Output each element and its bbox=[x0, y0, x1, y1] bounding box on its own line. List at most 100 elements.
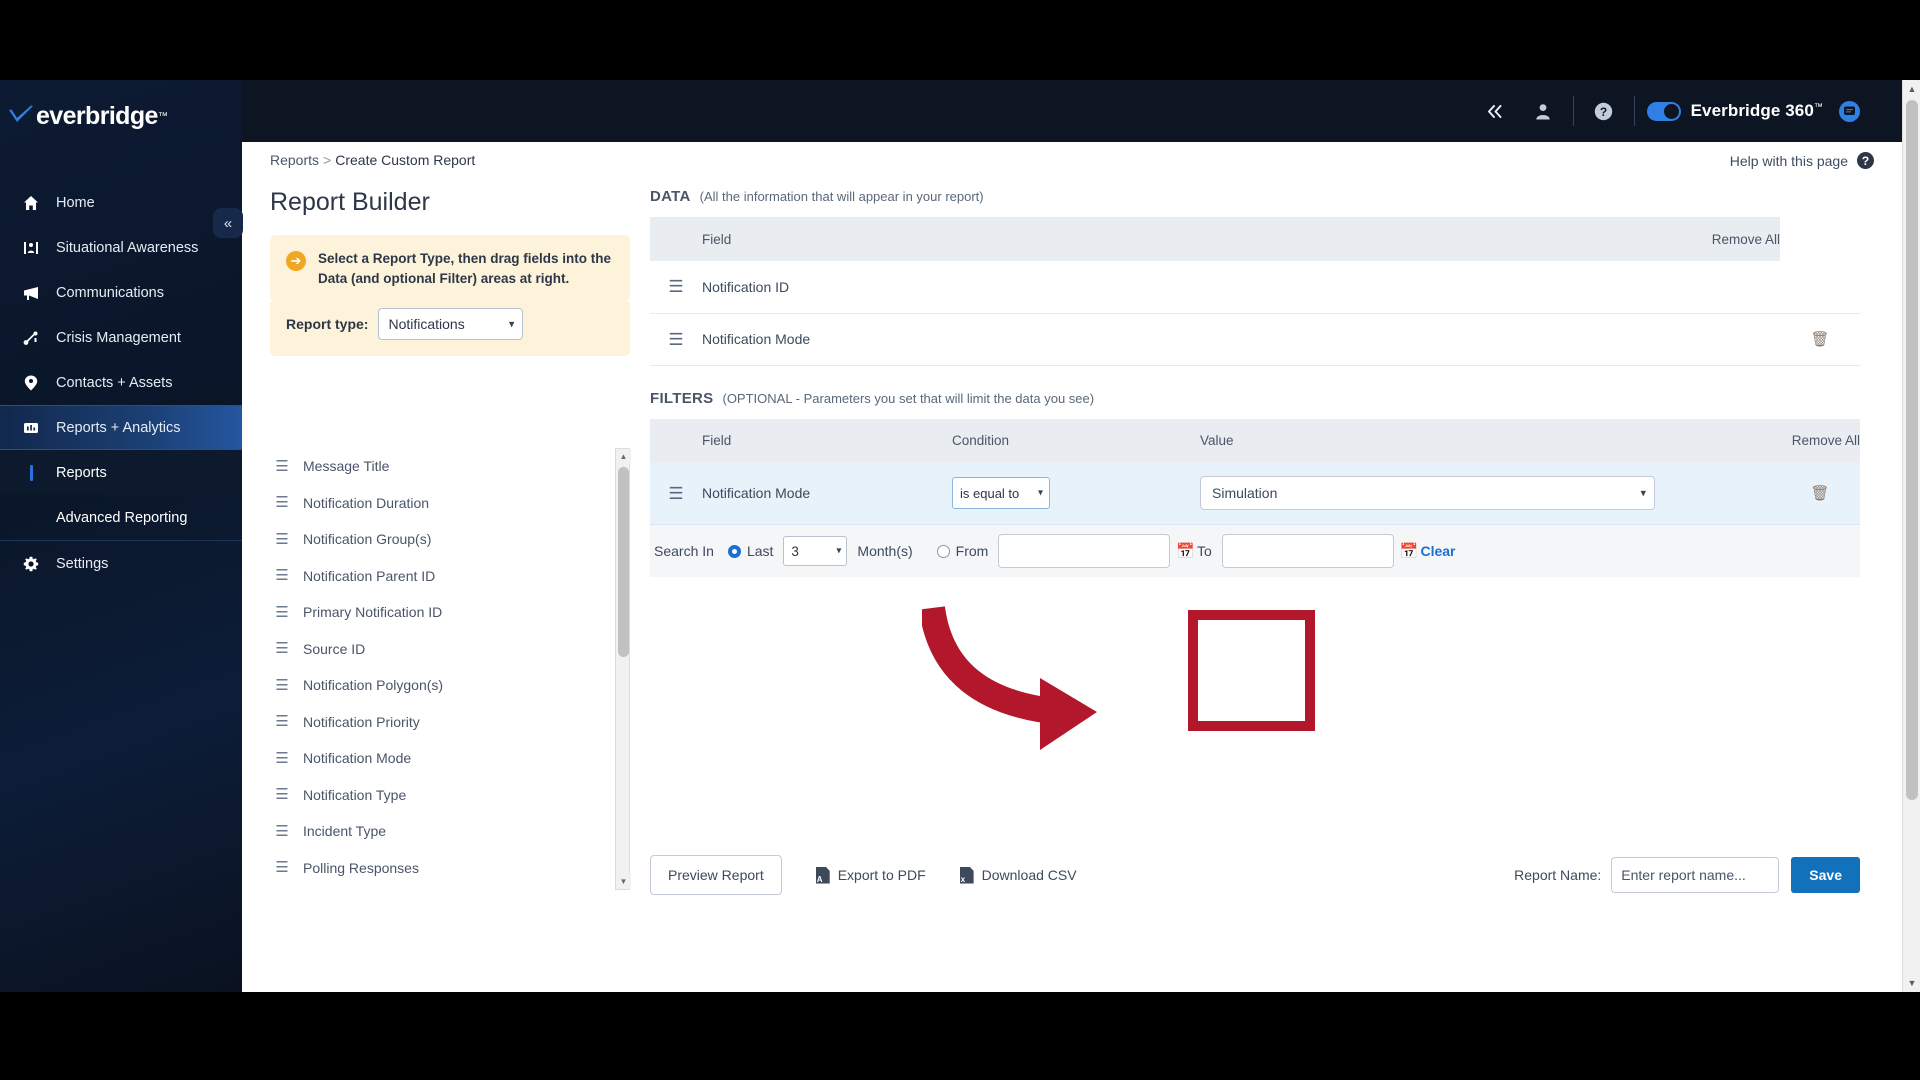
field-list-item-label: Notification Polygon(s) bbox=[303, 677, 444, 694]
data-table-row[interactable]: ☰ Notification ID bbox=[650, 261, 1860, 313]
page-scrollbar[interactable]: ▲ ▼ bbox=[1902, 80, 1920, 992]
page-scroll-down-arrow-icon[interactable]: ▼ bbox=[1903, 974, 1920, 992]
data-fields-table: Field Remove All ☰ Notification ID ☰ Notifi… bbox=[650, 217, 1860, 366]
main-sidebar: everbridge ™ « Home Situational Awarenes… bbox=[0, 80, 243, 992]
chat-bubble-icon bbox=[1844, 106, 1855, 115]
scroll-up-arrow-icon[interactable]: ▲ bbox=[616, 449, 631, 464]
field-list-item-label: Notification Group(s) bbox=[303, 531, 432, 548]
trash-icon[interactable]: 🗑 bbox=[1810, 485, 1829, 502]
field-list-scrollbar[interactable]: ▲ ▼ bbox=[615, 448, 631, 890]
field-list-item[interactable]: ☰ Notification Polygon(s) bbox=[270, 667, 614, 704]
report-type-select[interactable]: NotificationsContactsIncidentsAssets bbox=[378, 308, 524, 341]
sidebar-subitem-label: Advanced Reporting bbox=[56, 509, 188, 526]
drag-handle-icon: ☰ bbox=[275, 530, 289, 548]
sidebar-collapse-button[interactable]: « bbox=[213, 208, 243, 238]
filters-table-body: ☰ Notification Mode is equal tois not equa… bbox=[650, 462, 1860, 525]
field-list-item[interactable]: ☰ Notification Type bbox=[270, 777, 614, 814]
sidebar-item-situational-awareness[interactable]: Situational Awareness bbox=[0, 225, 242, 270]
product-name-label: Everbridge 360™ bbox=[1690, 101, 1823, 120]
search-in-from-label: From bbox=[955, 543, 989, 559]
drag-handle-icon[interactable]: ☰ bbox=[668, 330, 683, 349]
field-list-item[interactable]: ☰ Notification Mode bbox=[270, 740, 614, 777]
report-name-input[interactable] bbox=[1611, 857, 1780, 893]
double-chevron-left-icon: « bbox=[223, 214, 233, 232]
everbridge-360-toggle[interactable] bbox=[1646, 101, 1681, 121]
megaphone-icon bbox=[20, 283, 42, 303]
header-collapse-button[interactable] bbox=[1471, 104, 1519, 118]
field-list-item[interactable]: ☰ Source ID bbox=[270, 631, 614, 668]
field-list-item[interactable]: ☰Published bbox=[270, 886, 614, 890]
breadcrumb-root[interactable]: Reports bbox=[270, 152, 319, 168]
clear-dates-link[interactable]: Clear bbox=[1420, 543, 1455, 559]
data-remove-all-link[interactable]: Remove All bbox=[952, 217, 1780, 261]
gear-icon bbox=[20, 554, 42, 574]
page-scroll-up-arrow-icon[interactable]: ▲ bbox=[1903, 80, 1920, 98]
preview-report-button[interactable]: Preview Report bbox=[650, 855, 782, 895]
scrollbar-thumb[interactable] bbox=[618, 467, 629, 657]
data-table-row[interactable]: ☰ Notification Mode 🗑 bbox=[650, 313, 1860, 365]
scroll-down-arrow-icon[interactable]: ▼ bbox=[616, 874, 631, 889]
data-header-grip-cell bbox=[650, 217, 702, 261]
user-account-button[interactable] bbox=[1519, 103, 1567, 120]
header-divider-2 bbox=[1633, 96, 1635, 126]
sidebar-item-label: Reports + Analytics bbox=[56, 419, 181, 436]
sidebar-item-label: Crisis Management bbox=[56, 329, 181, 346]
sidebar-item-crisis-management[interactable]: Crisis Management bbox=[0, 315, 242, 360]
arrow-right-circle-icon: ➔ bbox=[286, 251, 306, 271]
map-person-icon bbox=[20, 238, 42, 258]
sidebar-item-settings[interactable]: Settings bbox=[0, 541, 242, 586]
field-list-item[interactable]: ☰ Message Title bbox=[270, 448, 614, 485]
field-list-item-label: Notification Parent ID bbox=[303, 567, 436, 584]
browser-viewport: everbridge ™ « Home Situational Awarenes… bbox=[0, 80, 1920, 992]
search-in-from-radio[interactable] bbox=[936, 544, 950, 558]
breadcrumb-separator: > bbox=[323, 152, 332, 168]
sidebar-item-communications[interactable]: Communications bbox=[0, 270, 242, 315]
report-builder-panel: Report Builder ➔ Select a Report Type, t… bbox=[270, 188, 630, 357]
drag-handle-icon[interactable]: ☰ bbox=[668, 277, 683, 296]
save-button[interactable]: Save bbox=[1791, 857, 1860, 893]
field-list-item-label: Notification Mode bbox=[303, 750, 412, 767]
question-mark-circle-icon: ? bbox=[1857, 152, 1874, 169]
search-in-last-radio[interactable] bbox=[727, 544, 741, 558]
sidebar-item-contacts-assets[interactable]: Contacts + Assets bbox=[0, 360, 242, 405]
field-list-item[interactable]: ☰ Notification Duration bbox=[270, 485, 614, 522]
calendar-icon-2[interactable]: 📅 bbox=[1400, 542, 1419, 560]
from-date-input[interactable] bbox=[998, 534, 1171, 568]
trash-icon[interactable]: 🗑 bbox=[1810, 331, 1829, 348]
report-type-row: Report type: NotificationsContactsIncide… bbox=[270, 302, 630, 357]
export-to-pdf-link[interactable]: A Export to PDF bbox=[815, 866, 926, 884]
help-button[interactable]: ? bbox=[1580, 102, 1628, 121]
sidebar-item-home[interactable]: Home bbox=[0, 180, 242, 225]
data-row-field: Notification Mode bbox=[702, 331, 811, 347]
drag-handle-icon: ☰ bbox=[275, 676, 289, 694]
page-scrollbar-thumb[interactable] bbox=[1906, 100, 1918, 800]
filters-table-header-row: Field Condition Value Remove All bbox=[650, 418, 1860, 463]
months-select[interactable]: 123612 bbox=[783, 536, 848, 566]
drag-handle-icon: ☰ bbox=[275, 713, 289, 731]
condition-select[interactable]: is equal tois not equal tocontains bbox=[952, 477, 1050, 510]
value-select[interactable]: SimulationLiveTest bbox=[1200, 476, 1655, 511]
page-title: Report Builder bbox=[270, 188, 430, 216]
calendar-icon[interactable]: 📅 bbox=[1176, 542, 1195, 560]
to-date-input[interactable] bbox=[1221, 534, 1394, 568]
field-list-item[interactable]: ☰ Polling Responses bbox=[270, 850, 614, 887]
filters-remove-all-link[interactable]: Remove All bbox=[1780, 419, 1860, 463]
drag-handle-icon[interactable]: ☰ bbox=[668, 484, 683, 503]
sidebar-item-reports[interactable]: Reports bbox=[0, 450, 242, 495]
help-with-this-page-link[interactable]: Help with this page ? bbox=[1730, 152, 1874, 169]
sidebar-item-advanced-reporting[interactable]: Advanced Reporting bbox=[0, 495, 242, 540]
filter-table-row[interactable]: ☰ Notification Mode is equal tois not equa… bbox=[650, 462, 1860, 525]
field-list-item[interactable]: ☰ Notification Priority bbox=[270, 704, 614, 741]
field-list-item[interactable]: ☰ Notification Parent ID bbox=[270, 558, 614, 595]
field-list-item[interactable]: ☰ Primary Notification ID bbox=[270, 594, 614, 631]
field-list-item[interactable]: ☰ Notification Group(s) bbox=[270, 521, 614, 558]
chat-bubble-button[interactable] bbox=[1839, 100, 1860, 122]
bar-chart-icon bbox=[20, 418, 42, 438]
sidebar-item-reports-analytics[interactable]: Reports + Analytics bbox=[0, 405, 242, 450]
main-content: ? Everbridge 360™ Reports > Create Custom … bbox=[242, 80, 1902, 992]
location-pin-icon bbox=[20, 373, 42, 393]
field-list-item-label: Notification Type bbox=[303, 786, 407, 803]
field-list-item[interactable]: ☰ Incident Type bbox=[270, 813, 614, 850]
everbridge-logo[interactable]: everbridge ™ bbox=[8, 96, 208, 136]
download-csv-link[interactable]: x Download CSV bbox=[959, 866, 1077, 884]
